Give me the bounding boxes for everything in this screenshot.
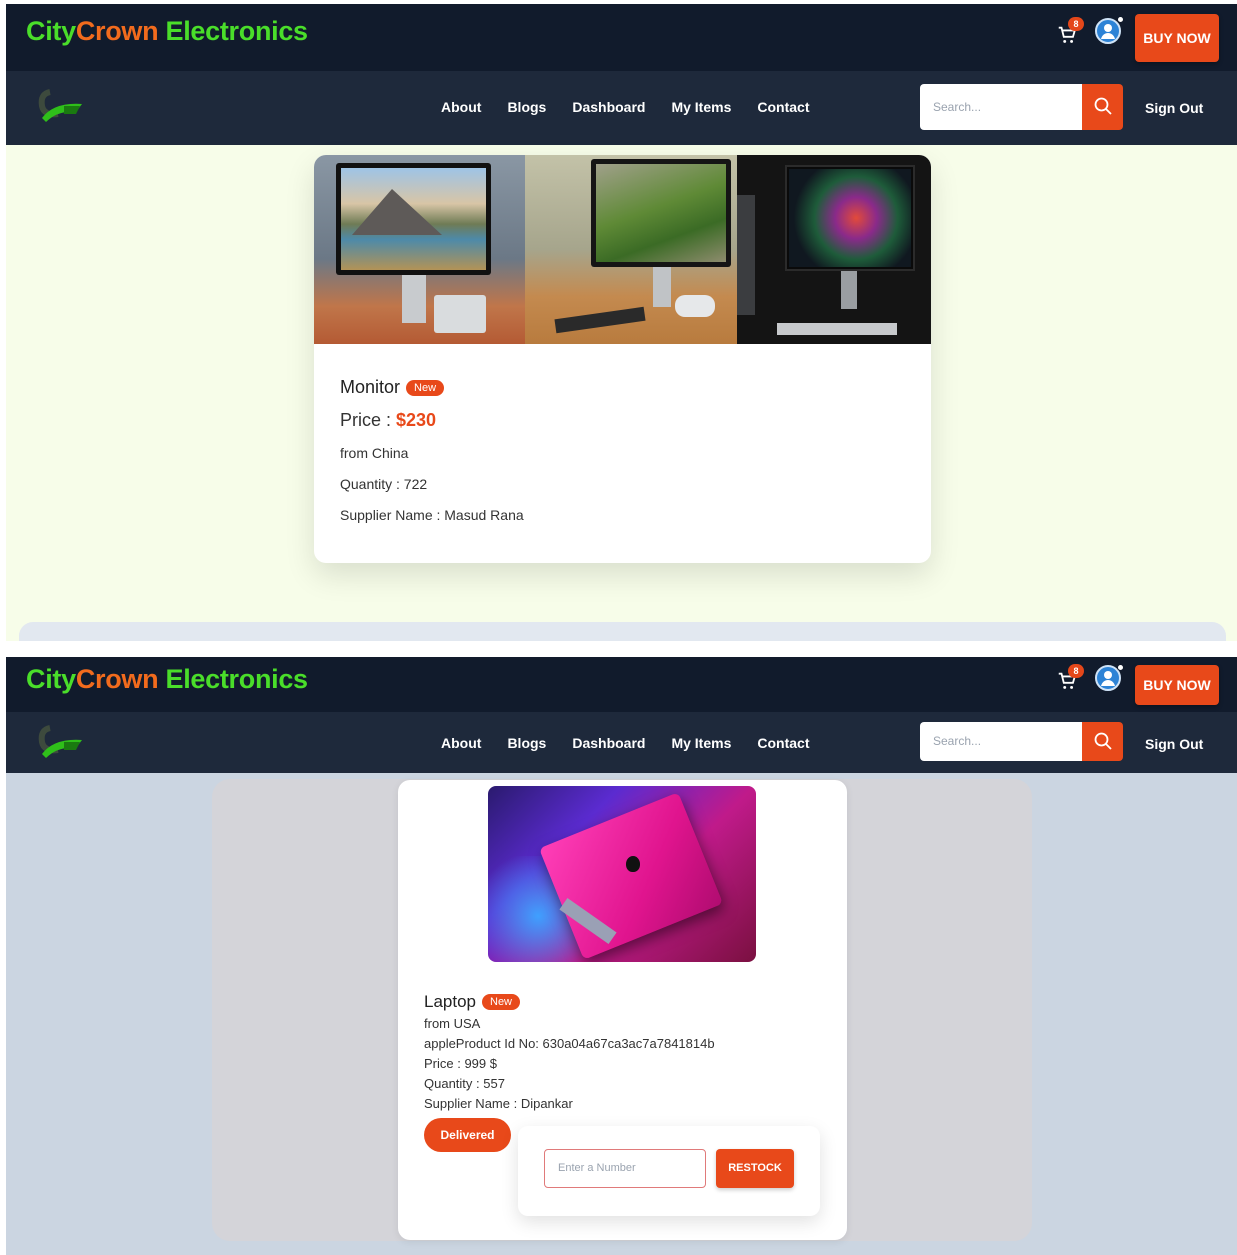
monitor-photo-2 [525, 155, 737, 344]
product-origin: from China [340, 445, 409, 461]
product-name: Monitor [340, 377, 401, 397]
nav-bar: About Blogs Dashboard My Items Contact S… [6, 71, 1237, 145]
brand-part-3: Electronics [158, 16, 309, 46]
search-input[interactable]: Search... [920, 84, 1082, 130]
product-details: Monitor New Price : $230 from China Quan… [340, 377, 524, 523]
monitor-photo-1 [314, 155, 525, 344]
nav-contact[interactable]: Contact [757, 99, 809, 115]
monitor-photo-3 [737, 155, 931, 344]
cart-count-badge: 8 [1068, 664, 1084, 678]
search-input[interactable]: Search... [920, 722, 1082, 761]
new-badge: New [482, 994, 521, 1010]
next-section-edge [19, 622, 1226, 641]
sign-out-link[interactable]: Sign Out [1145, 100, 1203, 116]
logo-icon[interactable] [36, 720, 86, 764]
product-price: Price : $230 [340, 410, 524, 431]
nav-contact[interactable]: Contact [757, 735, 809, 751]
online-status-dot [1117, 16, 1124, 23]
nav-dashboard[interactable]: Dashboard [572, 99, 645, 115]
brand-part-1: City [26, 16, 76, 46]
buy-now-button[interactable]: BUY NOW [1135, 665, 1219, 705]
online-status-dot [1117, 664, 1124, 671]
product-supplier: Supplier Name : Dipankar [424, 1096, 573, 1111]
nav-about[interactable]: About [441, 99, 481, 115]
product-title-row: Monitor New [340, 377, 524, 398]
product-supplier: Supplier Name : Masud Rana [340, 507, 524, 523]
nav-blogs[interactable]: Blogs [507, 99, 546, 115]
brand-part-2: Crown [75, 16, 159, 46]
search-icon [1094, 97, 1112, 115]
nav-dashboard[interactable]: Dashboard [572, 735, 645, 751]
nav-my-items[interactable]: My Items [671, 735, 731, 751]
product-price: Price : 999 $ [424, 1056, 497, 1071]
new-badge: New [406, 379, 445, 396]
brand-part-3: Electronics [158, 664, 309, 694]
search-button[interactable] [1082, 722, 1123, 761]
product-id: appleProduct Id No: 630a04a67ca3ac7a7841… [424, 1036, 715, 1051]
restock-quantity-input[interactable]: Enter a Number [544, 1149, 706, 1188]
product-details: Laptop New from USA appleProduct Id No: … [424, 992, 715, 1111]
product-quantity: Quantity : 722 [340, 476, 428, 492]
top-bar: CityCrown Electronics 8 BUY NOW [6, 657, 1237, 712]
nav-about[interactable]: About [441, 735, 481, 751]
nav-my-items[interactable]: My Items [671, 99, 731, 115]
search-button[interactable] [1082, 84, 1123, 130]
product-origin: from USA [424, 1016, 481, 1031]
search-icon [1094, 732, 1112, 750]
cart-count-badge: 8 [1068, 17, 1084, 31]
logo-icon[interactable] [36, 84, 86, 128]
screen-laptop-manage: CityCrown Electronics 8 BUY NOW About Bl… [6, 657, 1237, 1255]
brand-part-1: City [26, 664, 76, 694]
product-title-row: Laptop New [424, 992, 715, 1012]
price-label: Price : [340, 410, 397, 430]
top-bar: CityCrown Electronics 8 BUY NOW [6, 4, 1237, 71]
product-image-laptop [488, 786, 756, 962]
brand-part-2: Crown [75, 664, 159, 694]
product-quantity: Quantity : 557 [424, 1076, 505, 1091]
restock-form: Enter a Number RESTOCK [518, 1126, 820, 1216]
sign-out-link[interactable]: Sign Out [1145, 736, 1203, 752]
brand-title[interactable]: CityCrown Electronics [26, 16, 308, 47]
product-name: Laptop [424, 992, 476, 1011]
brand-title[interactable]: CityCrown Electronics [26, 664, 308, 695]
product-card-monitor: Monitor New Price : $230 from China Quan… [314, 155, 931, 563]
product-image-monitor [314, 155, 931, 344]
restock-button[interactable]: RESTOCK [716, 1149, 794, 1188]
nav-links: About Blogs Dashboard My Items Contact [441, 99, 836, 115]
price-value: $230 [396, 410, 437, 430]
product-card-laptop: Laptop New from USA appleProduct Id No: … [398, 780, 847, 1240]
screen-monitor-detail: CityCrown Electronics 8 BUY NOW About Bl… [6, 4, 1237, 641]
nav-links: About Blogs Dashboard My Items Contact [441, 735, 836, 751]
nav-bar: About Blogs Dashboard My Items Contact S… [6, 712, 1237, 773]
nav-blogs[interactable]: Blogs [507, 735, 546, 751]
buy-now-button[interactable]: BUY NOW [1135, 14, 1219, 62]
delivered-button[interactable]: Delivered [424, 1118, 511, 1152]
